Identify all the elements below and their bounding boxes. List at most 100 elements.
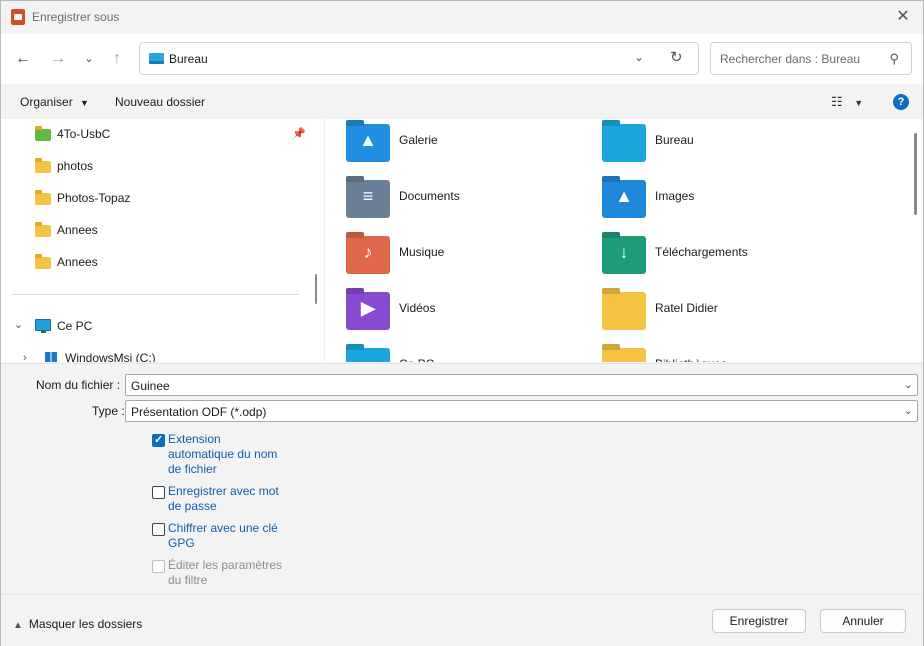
file-tile-label: Ratel Didier (655, 301, 718, 315)
search-box[interactable]: Rechercher dans : Bureau ⚲ (710, 42, 912, 75)
folder-glyph-icon: ≡ (362, 186, 374, 206)
organize-label: Organiser (20, 95, 73, 109)
hide-folders-toggle[interactable]: ▲ Masquer les dossiers (13, 617, 142, 631)
windows-drive-icon (45, 352, 57, 362)
impress-app-icon (11, 9, 25, 25)
command-toolbar: Organiser ▼ Nouveau dossier ☷ ▼ ? (1, 85, 923, 118)
file-tile[interactable]: ≡ Documents (326, 174, 576, 224)
sidebar-item-label: Ce PC (57, 319, 93, 333)
file-type-select[interactable]: Présentation ODF (*.odp) ⌄ (125, 400, 918, 422)
folder-icon (35, 126, 51, 141)
cancel-button[interactable]: Annuler (820, 609, 906, 633)
folder-icon: ▶ (346, 292, 390, 330)
folder-icon (35, 254, 51, 269)
navigation-pane[interactable]: 4To-UsbC 📌 photos Photos-Topaz Annees An… (1, 119, 310, 362)
file-tile-label: Ce PC (399, 357, 434, 362)
refresh-icon[interactable]: ↻ (670, 48, 683, 66)
file-tile[interactable]: ▲ Images (582, 174, 832, 224)
file-tile-label: Vidéos (399, 301, 436, 315)
folder-icon: ≡ (346, 180, 390, 218)
folder-icon: ▲ (602, 180, 646, 218)
sidebar-item-label: Photos-Topaz (57, 191, 131, 205)
save-button[interactable]: Enregistrer (712, 609, 806, 633)
folder-icon (35, 190, 51, 205)
file-tile-label: Téléchargements (655, 245, 748, 259)
sidebar-item-annees[interactable]: Annees (1, 215, 310, 245)
navigation-bar: ← → ⌄ ↑ Bureau ⌄ ↻ Rechercher dans : Bur… (1, 34, 923, 84)
help-icon[interactable]: ? (893, 94, 909, 110)
sidebar-item-photos-topaz[interactable]: Photos-Topaz (1, 183, 310, 213)
pin-icon[interactable]: 📌 (292, 127, 306, 140)
sidebar-item-drive-c[interactable]: › WindowsMsi (C:) (1, 343, 310, 362)
chevron-down-icon: ▼ (80, 98, 89, 108)
search-icon[interactable]: ⚲ (889, 51, 899, 67)
chevron-down-icon[interactable]: ⌄ (904, 378, 913, 391)
password-label[interactable]: Enregistrer avec mot de passe (168, 484, 288, 514)
filename-label: Nom du fichier : (36, 378, 121, 392)
folder-icon (602, 292, 646, 330)
chevron-up-icon: ▲ (13, 620, 23, 631)
filename-field[interactable]: Guinee ⌄ (125, 374, 918, 396)
sidebar-item-4to-usbc[interactable]: 4To-UsbC 📌 (1, 119, 310, 149)
sidebar-item-label: 4To-UsbC (57, 127, 111, 141)
folder-icon: ♪ (346, 236, 390, 274)
file-tile-label: Bibliothèques (655, 357, 727, 362)
filter-settings-checkbox (152, 560, 165, 573)
back-arrow-icon[interactable]: ← (12, 48, 34, 70)
file-tile-label: Bureau (655, 133, 694, 147)
organize-menu-button[interactable]: Organiser ▼ (20, 95, 89, 109)
file-tile-label: Images (655, 189, 695, 203)
file-tile[interactable]: ↓ Téléchargements (582, 230, 832, 280)
file-tile[interactable]: Ratel Didier (582, 286, 832, 336)
view-options-button[interactable]: ☷ ▼ (831, 94, 863, 110)
dialog-footer: ▲ Masquer les dossiers Enregistrer Annule… (1, 594, 923, 646)
file-tile-label: Musique (399, 245, 445, 259)
address-bar[interactable]: Bureau ⌄ ↻ (139, 42, 699, 75)
folder-glyph-icon: ▶ (361, 298, 375, 318)
folder-icon (602, 348, 646, 362)
folder-icon (602, 124, 646, 162)
browser-area: 4To-UsbC 📌 photos Photos-Topaz Annees An… (1, 119, 923, 362)
chevron-down-icon[interactable]: ⌄ (14, 318, 23, 331)
sidebar-item-annees[interactable]: Annees (1, 247, 310, 277)
vertical-scrollbar[interactable] (914, 133, 917, 215)
file-tile[interactable]: Ce PC (326, 342, 576, 362)
sidebar-item-photos[interactable]: photos (1, 151, 310, 181)
password-checkbox[interactable] (152, 486, 165, 499)
auto-extension-checkbox[interactable] (152, 433, 165, 447)
new-folder-button[interactable]: Nouveau dossier (115, 95, 205, 109)
file-tile[interactable]: Bibliothèques (582, 342, 832, 362)
folder-icon (35, 158, 51, 173)
file-list[interactable]: ▲ Galerie Bureau ≡ Documents ▲ Images ♪ Musique ↓… (326, 119, 914, 362)
filename-value: Guinee (131, 379, 170, 393)
type-label: Type : (92, 404, 125, 418)
save-options-form: Nom du fichier : Guinee ⌄ Type : Présent… (1, 363, 923, 593)
chevron-down-icon[interactable]: ⌄ (904, 404, 913, 417)
folder-glyph-icon: ▲ (359, 130, 377, 150)
file-tile-label: Galerie (399, 133, 438, 147)
sidebar-item-this-pc[interactable]: ⌄ Ce PC (1, 311, 310, 341)
folder-icon: ▲ (346, 124, 390, 162)
gpg-checkbox[interactable] (152, 523, 165, 536)
sidebar-item-label: Annees (57, 255, 98, 269)
up-arrow-icon[interactable]: ↑ (106, 48, 128, 70)
recent-locations-chevron-icon[interactable]: ⌄ (78, 48, 100, 70)
nav-divider (12, 294, 299, 295)
chevron-down-icon: ▼ (854, 98, 864, 108)
chevron-right-icon[interactable]: › (23, 352, 27, 362)
file-tile[interactable]: ▲ Galerie (326, 119, 576, 168)
pane-splitter[interactable] (315, 274, 317, 304)
folder-icon (346, 348, 390, 362)
file-tile[interactable]: ♪ Musique (326, 230, 576, 280)
filter-settings-label: Éditer les paramètres du filtre (168, 558, 283, 587)
file-tile[interactable]: Bureau (582, 119, 832, 168)
file-tile-label: Documents (399, 189, 460, 203)
gpg-label[interactable]: Chiffrer avec une clé GPG (168, 521, 288, 551)
forward-arrow-icon[interactable]: → (47, 48, 69, 70)
folder-glyph-icon: ♪ (363, 242, 373, 262)
search-placeholder: Rechercher dans : Bureau (720, 52, 861, 66)
file-tile[interactable]: ▶ Vidéos (326, 286, 576, 336)
address-dropdown-chevron-icon[interactable]: ⌄ (634, 50, 644, 64)
auto-extension-label[interactable]: Extension automatique du nom de fichier (168, 432, 288, 477)
close-icon[interactable]: ✕ (891, 5, 915, 29)
